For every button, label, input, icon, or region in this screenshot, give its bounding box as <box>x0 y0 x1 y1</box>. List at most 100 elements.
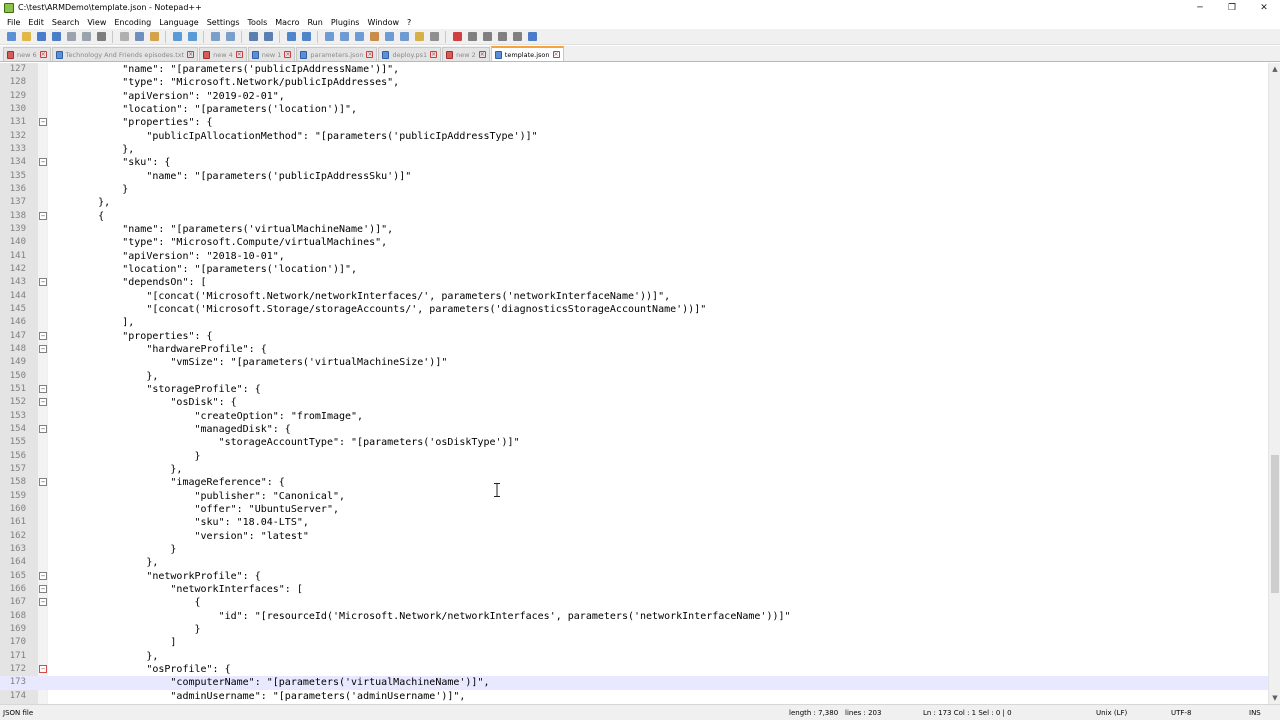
restore-button[interactable]: ❐ <box>1216 0 1248 15</box>
redo-icon[interactable] <box>185 30 199 43</box>
code-line[interactable]: 135 "name": "[parameters('publicIpAddres… <box>0 170 1268 183</box>
code-line[interactable]: 140 "type": "Microsoft.Compute/virtualMa… <box>0 236 1268 249</box>
code-line[interactable]: 162 "version": "latest" <box>0 530 1268 543</box>
menu-help[interactable]: ? <box>403 18 415 27</box>
code-line[interactable]: 172 − "osProfile": { <box>0 663 1268 676</box>
sync-v-icon[interactable] <box>284 30 298 43</box>
tab-close-icon[interactable]: × <box>235 51 243 58</box>
replace-icon[interactable] <box>223 30 237 43</box>
save-macro-icon[interactable] <box>510 30 524 43</box>
fold-collapse-icon[interactable]: − <box>39 571 47 580</box>
code-line[interactable]: 147 − "properties": { <box>0 330 1268 343</box>
code-line[interactable]: 138 − { <box>0 210 1268 223</box>
tab-new-2[interactable]: new 2 × <box>442 47 490 61</box>
cut-icon[interactable] <box>117 30 131 43</box>
code-line[interactable]: 137 }, <box>0 196 1268 209</box>
show-all-chars-icon[interactable] <box>337 30 351 43</box>
code-line[interactable]: 160 "offer": "UbuntuServer", <box>0 503 1268 516</box>
save-icon[interactable] <box>34 30 48 43</box>
code-line[interactable]: 146 ], <box>0 316 1268 329</box>
menu-plugins[interactable]: Plugins <box>327 18 364 27</box>
tab-close-icon[interactable]: × <box>552 51 560 58</box>
fold-collapse-icon[interactable]: − <box>39 331 47 340</box>
tab-new-4[interactable]: new 4 × <box>199 47 247 61</box>
code-line[interactable]: 158 − "imageReference": { <box>0 476 1268 489</box>
code-line[interactable]: 169 } <box>0 623 1268 636</box>
code-line[interactable]: 150 }, <box>0 370 1268 383</box>
monitoring-icon[interactable] <box>427 30 441 43</box>
code-line[interactable]: 154 − "managedDisk": { <box>0 423 1268 436</box>
code-editor[interactable]: 127 "name": "[parameters('publicIpAddres… <box>0 63 1268 704</box>
tab-parameters-json[interactable]: parameters.json × <box>296 47 378 61</box>
menu-macro[interactable]: Macro <box>271 18 303 27</box>
doc-map-icon[interactable] <box>382 30 396 43</box>
code-line[interactable]: 167 − { <box>0 596 1268 609</box>
code-line[interactable]: 136 } <box>0 183 1268 196</box>
fold-collapse-icon[interactable]: − <box>39 158 47 167</box>
code-line[interactable]: 142 "location": "[parameters('location')… <box>0 263 1268 276</box>
fold-collapse-icon[interactable]: − <box>39 664 47 673</box>
code-line[interactable]: 159 "publisher": "Canonical", <box>0 490 1268 503</box>
code-line[interactable]: 151 − "storageProfile": { <box>0 383 1268 396</box>
code-line[interactable]: 144 "[concat('Microsoft.Network/networkI… <box>0 290 1268 303</box>
fold-collapse-icon[interactable]: − <box>39 584 47 593</box>
tab-close-icon[interactable]: × <box>39 51 47 58</box>
code-line[interactable]: 143 − "dependsOn": [ <box>0 276 1268 289</box>
code-line[interactable]: 132 "publicIpAllocationMethod": "[parame… <box>0 130 1268 143</box>
find-icon[interactable] <box>208 30 222 43</box>
close-all-icon[interactable] <box>79 30 93 43</box>
menu-tools[interactable]: Tools <box>244 18 272 27</box>
code-line[interactable]: 173 "computerName": "[parameters('virtua… <box>0 676 1268 690</box>
code-line[interactable]: 157 }, <box>0 463 1268 476</box>
code-line[interactable]: 141 "apiVersion": "2018-10-01", <box>0 250 1268 263</box>
code-line[interactable]: 128 "type": "Microsoft.Network/publicIpA… <box>0 76 1268 89</box>
code-line[interactable]: 163 } <box>0 543 1268 556</box>
menu-run[interactable]: Run <box>303 18 326 27</box>
indent-guide-icon[interactable] <box>352 30 366 43</box>
folder-workspace-icon[interactable] <box>412 30 426 43</box>
word-wrap-icon[interactable] <box>322 30 336 43</box>
menu-file[interactable]: File <box>3 18 24 27</box>
code-line[interactable]: 127 "name": "[parameters('publicIpAddres… <box>0 63 1268 76</box>
fold-collapse-icon[interactable]: − <box>39 424 47 433</box>
tab-deploy-ps1[interactable]: deploy.ps1 × <box>378 47 442 61</box>
code-line[interactable]: 131 − "properties": { <box>0 116 1268 129</box>
code-line[interactable]: 156 } <box>0 450 1268 463</box>
tab-template-json[interactable]: template.json × <box>490 46 564 61</box>
new-file-icon[interactable] <box>4 30 18 43</box>
close-icon[interactable] <box>64 30 78 43</box>
code-line[interactable]: 164 }, <box>0 556 1268 569</box>
fold-collapse-icon[interactable]: − <box>39 478 47 487</box>
title-bar[interactable]: C:\test\ARMDemo\template.json - Notepad+… <box>0 0 1280 15</box>
code-line[interactable]: 145 "[concat('Microsoft.Storage/storageA… <box>0 303 1268 316</box>
paste-icon[interactable] <box>147 30 161 43</box>
code-line[interactable]: 161 "sku": "18.04-LTS", <box>0 516 1268 529</box>
stop-record-icon[interactable] <box>465 30 479 43</box>
zoom-in-icon[interactable] <box>246 30 260 43</box>
scroll-up-arrow-icon[interactable]: ▲ <box>1269 63 1280 75</box>
fold-collapse-icon[interactable]: − <box>39 598 47 607</box>
code-line[interactable]: 166 − "networkInterfaces": [ <box>0 583 1268 596</box>
fold-collapse-icon[interactable]: − <box>39 384 47 393</box>
code-line[interactable]: 153 "createOption": "fromImage", <box>0 410 1268 423</box>
tab-technology-and-friends-episodes-txt[interactable]: Technology And Friends episodes.txt × <box>51 47 199 61</box>
tab-close-icon[interactable]: × <box>478 51 486 58</box>
code-line[interactable]: 168 "id": "[resourceId('Microsoft.Networ… <box>0 610 1268 623</box>
fold-collapse-icon[interactable]: − <box>39 118 47 127</box>
close-button[interactable]: ✕ <box>1248 0 1280 15</box>
function-list-icon[interactable] <box>397 30 411 43</box>
menu-encoding[interactable]: Encoding <box>110 18 155 27</box>
code-line[interactable]: 148 − "hardwareProfile": { <box>0 343 1268 356</box>
menu-view[interactable]: View <box>83 18 110 27</box>
tab-close-icon[interactable]: × <box>366 51 374 58</box>
record-macro-icon[interactable] <box>450 30 464 43</box>
copy-icon[interactable] <box>132 30 146 43</box>
scrollbar-thumb[interactable] <box>1271 455 1279 593</box>
spellcheck-icon[interactable] <box>525 30 539 43</box>
code-line[interactable]: 155 "storageAccountType": "[parameters('… <box>0 436 1268 449</box>
vertical-scrollbar[interactable]: ▲ ▼ <box>1268 63 1280 704</box>
menu-window[interactable]: Window <box>363 18 403 27</box>
menu-search[interactable]: Search <box>48 18 83 27</box>
menu-language[interactable]: Language <box>155 18 202 27</box>
code-line[interactable]: 134 − "sku": { <box>0 156 1268 169</box>
